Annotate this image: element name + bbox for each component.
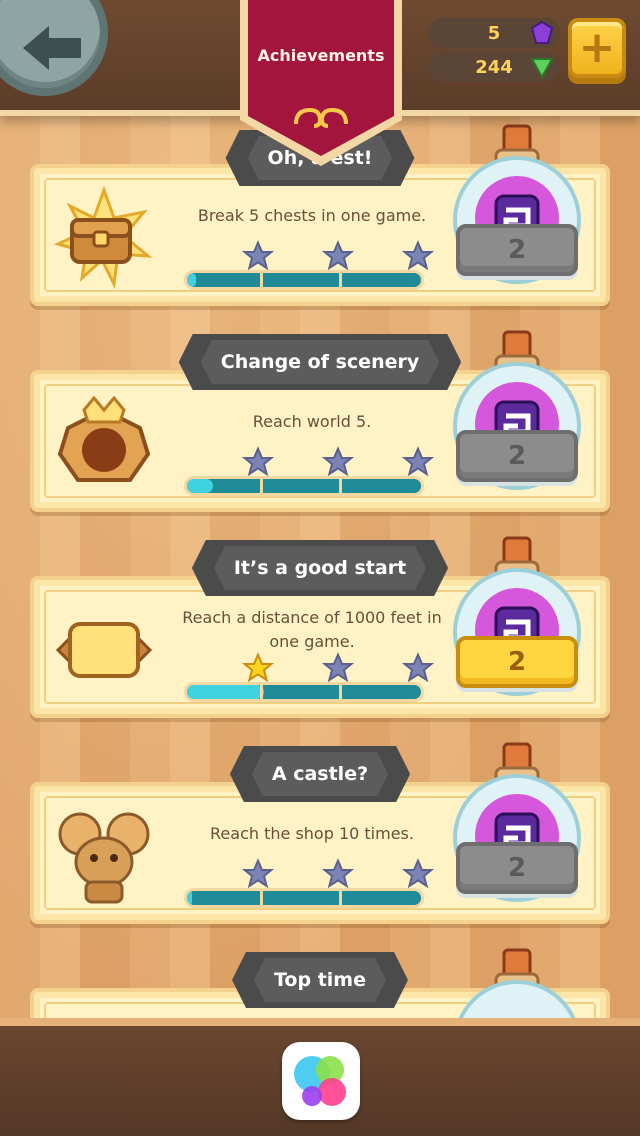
progress-bar — [184, 682, 424, 702]
plus-icon: + — [578, 22, 616, 73]
star-icon — [242, 446, 274, 477]
achievement-title: It’s a good start — [214, 546, 426, 590]
progress-fill — [187, 891, 192, 905]
coin-count: 244 — [475, 56, 513, 78]
scroll-sign-icon — [48, 594, 160, 706]
reward-potion[interactable] — [444, 948, 584, 1018]
progress-fill — [187, 685, 265, 699]
achievement-title: Change of scenery — [201, 340, 439, 384]
achievement-title-tag: It’s a good start — [192, 540, 448, 596]
reward-claim-button[interactable]: 2 — [456, 636, 578, 688]
progress-bar — [184, 476, 424, 496]
progress-fill — [187, 273, 197, 287]
add-currency-button[interactable]: + — [568, 18, 626, 78]
purple-gem-icon — [530, 21, 554, 44]
game-center-icon — [294, 1056, 346, 1106]
gem-count: 5 — [487, 22, 501, 44]
green-gem-icon — [530, 58, 554, 79]
star-icon — [322, 652, 354, 683]
achievements-banner: Achievements — [240, 0, 402, 168]
reward-potion[interactable]: 2 — [444, 536, 584, 706]
star-icon — [322, 240, 354, 271]
chest-icon — [48, 182, 160, 294]
achievement-title: Top time — [254, 958, 386, 1002]
star-icon — [402, 652, 434, 683]
reward-potion[interactable]: 2 — [444, 330, 584, 500]
achievement-description: Reach world 5. — [252, 412, 372, 431]
star-icon — [322, 858, 354, 889]
achievement-title-tag: Change of scenery — [179, 334, 461, 390]
mouse-icon — [48, 800, 160, 912]
star-icon — [402, 446, 434, 477]
star-earned-icon — [242, 652, 274, 683]
game-center-button[interactable] — [282, 1042, 360, 1120]
gem-counter: 5 — [428, 18, 560, 48]
coin-counter: 244 — [428, 52, 560, 82]
potion-icon — [458, 948, 576, 1018]
progress-bar — [184, 270, 424, 290]
progress-fill — [187, 479, 213, 493]
star-icon — [242, 240, 274, 271]
achievement-card: Reach world 5. 2 — [30, 330, 610, 512]
reward-count-badge: 2 — [456, 430, 578, 482]
achievement-card: Reach the shop 10 times. 2 — [30, 742, 610, 924]
star-icon — [322, 446, 354, 477]
crown-emblem-icon — [48, 388, 160, 500]
achievement-card: Reach a distance of 1000 feet in one gam… — [30, 536, 610, 718]
back-arrow-icon — [23, 26, 81, 70]
achievement-title-tag: A castle? — [230, 746, 410, 802]
star-icon — [402, 240, 434, 271]
reward-count-badge: 2 — [456, 224, 578, 276]
achievement-title: A castle? — [252, 752, 388, 796]
progress-bar — [184, 888, 424, 908]
achievement-description: Reach a distance of 1000 feet in one gam… — [182, 608, 442, 651]
achievement-description: Break 5 chests in one game. — [197, 206, 427, 225]
reward-count-badge: 2 — [456, 842, 578, 894]
achievement-title-tag: Top time — [232, 952, 408, 1008]
star-icon — [402, 858, 434, 889]
achievements-list[interactable]: Break 5 chests in one game. 2 Oh, a es — [0, 116, 640, 1018]
page-title: Achievements — [257, 46, 385, 65]
achievement-description: Reach the shop 10 times. — [210, 824, 414, 843]
reward-potion[interactable]: 2 — [444, 124, 584, 294]
star-icon — [242, 858, 274, 889]
reward-potion[interactable]: 2 — [444, 742, 584, 912]
